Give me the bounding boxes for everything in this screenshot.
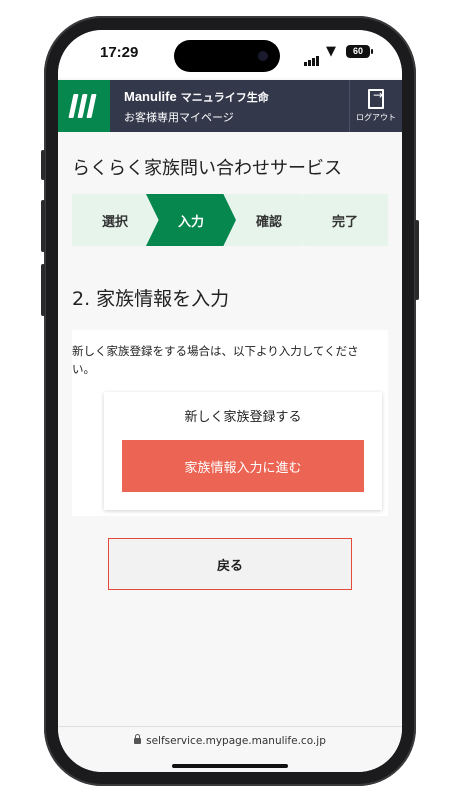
logo-icon	[68, 94, 98, 122]
logout-label: ログアウト	[356, 113, 396, 122]
step-input: 入力	[146, 194, 236, 246]
page-title: らくらく家族問い合わせサービス	[72, 158, 342, 179]
power-button	[415, 220, 419, 300]
manulife-logo[interactable]	[58, 80, 110, 132]
brand-name-en: Manulife	[124, 89, 177, 104]
cellular-signal-icon	[304, 47, 320, 66]
brand-name-jp: マニュライフ生命	[180, 92, 269, 104]
header-subtitle: お客様専用マイページ	[124, 111, 234, 124]
step-select: 選択	[72, 194, 158, 246]
step-label: 完了	[331, 214, 358, 230]
step-complete: 完了	[302, 194, 388, 246]
phone-screen: 17:29 ▼ 60 Manulifeマニュライフ生命 お客様専用マイページ ロ…	[58, 30, 402, 772]
brand-name: Manulife マニュライフ生命	[124, 89, 269, 105]
home-indicator[interactable]	[172, 764, 288, 768]
instruction-text: 新しく家族登録をする場合は、以下より入力してください。	[72, 344, 359, 376]
app-header: Manulifeマニュライフ生命 お客様専用マイページ ログアウト	[58, 80, 402, 132]
logout-icon	[368, 88, 384, 109]
url-text: selfservice.mypage.manulife.co.jp	[146, 735, 326, 747]
step-progress: 選択 入力 確認 完了	[72, 194, 388, 246]
family-register-panel: 新しく家族登録をする場合は、以下より入力してください。 新しく家族登録する 家族…	[72, 330, 388, 516]
card-title: 新しく家族登録する	[184, 410, 302, 425]
wifi-icon: ▼	[326, 44, 336, 59]
volume-down-button	[41, 264, 45, 316]
step-label: 入力	[177, 214, 204, 230]
status-time: 17:29	[100, 44, 139, 61]
logout-button[interactable]: ログアウト	[349, 80, 402, 132]
step-label: 選択	[101, 214, 128, 230]
new-family-card: 新しく家族登録する 家族情報入力に進む	[104, 392, 382, 510]
url-display[interactable]: selfservice.mypage.manulife.co.jp	[58, 734, 402, 747]
mute-switch	[41, 150, 45, 180]
proceed-button-label: 家族情報入力に進む	[184, 460, 302, 476]
back-button[interactable]: 戻る	[108, 538, 352, 590]
step-confirm: 確認	[224, 194, 314, 246]
proceed-to-family-info-button[interactable]: 家族情報入力に進む	[122, 440, 364, 492]
camera-icon	[258, 51, 268, 61]
lock-icon	[134, 734, 142, 744]
dynamic-island	[174, 40, 280, 72]
section-title: 2. 家族情報を入力	[72, 288, 230, 310]
step-label: 確認	[255, 214, 282, 230]
back-button-label: 戻る	[216, 558, 243, 574]
battery-icon: 60	[346, 45, 373, 58]
volume-up-button	[41, 200, 45, 252]
status-bar: 17:29 ▼ 60	[58, 30, 402, 78]
